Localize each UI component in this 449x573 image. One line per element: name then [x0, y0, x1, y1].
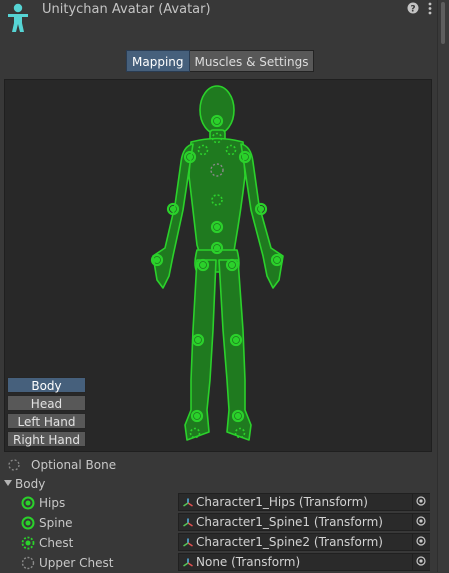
- foldout-arrow-icon[interactable]: [4, 479, 12, 487]
- transform-object-field[interactable]: Character1_Spine2 (Transform): [178, 533, 430, 551]
- transform-icon: [183, 558, 193, 567]
- svg-text:?: ?: [410, 5, 415, 15]
- kebab-menu-icon[interactable]: [426, 2, 434, 15]
- optional-bone-label: Optional Bone: [31, 458, 117, 472]
- mode-tabs: Mapping Muscles & Settings: [126, 50, 315, 73]
- object-picker-icon[interactable]: [416, 516, 426, 526]
- tab-muscles-settings[interactable]: Muscles & Settings: [189, 50, 315, 72]
- transform-icon: [183, 498, 193, 507]
- help-icon[interactable]: ?: [407, 2, 419, 14]
- object-picker-button[interactable]: [412, 514, 430, 530]
- body-part-head-button[interactable]: Head: [7, 395, 86, 411]
- transform-icon: [183, 538, 193, 547]
- inspector-header: Unitychan Avatar (Avatar) ?: [0, 0, 449, 44]
- optional-bone-icon: [8, 459, 20, 471]
- avatar-mapping-view[interactable]: Body Head Left Hand Right Hand: [4, 79, 432, 452]
- transform-object-field[interactable]: None (Transform): [178, 553, 430, 571]
- transform-object-field[interactable]: Character1_Spine1 (Transform): [178, 513, 430, 531]
- body-part-right-hand-button[interactable]: Right Hand: [7, 431, 86, 447]
- required-bone-icon: [21, 496, 35, 510]
- optional-bone-assigned-icon: [21, 536, 35, 550]
- transform-object-field[interactable]: Character1_Hips (Transform): [178, 493, 430, 511]
- body-part-body-button[interactable]: Body: [7, 377, 86, 393]
- bone-row-upper-chest: Upper Chest None (Transform): [0, 553, 437, 573]
- optional-bone-empty-icon: [21, 556, 35, 570]
- object-picker-button[interactable]: [412, 494, 430, 510]
- humanoid-avatar-icon: [8, 3, 28, 32]
- bone-row-spine: Spine Character1_Spine1 (Transform): [0, 513, 437, 533]
- bone-label: Spine: [39, 516, 73, 530]
- transform-value: Character1_Hips (Transform): [196, 495, 368, 509]
- object-picker-button[interactable]: [412, 534, 430, 550]
- object-picker-icon[interactable]: [416, 556, 426, 566]
- transform-value: Character1_Spine1 (Transform): [196, 515, 383, 529]
- bone-row-hips: Hips Character1_Hips (Transform): [0, 493, 437, 513]
- object-picker-button[interactable]: [412, 554, 430, 570]
- transform-value: Character1_Spine2 (Transform): [196, 535, 383, 549]
- bone-label: Upper Chest: [39, 556, 114, 570]
- bone-row-chest: Chest Character1_Spine2 (Transform): [0, 533, 437, 553]
- object-picker-icon[interactable]: [416, 536, 426, 546]
- body-foldout-label: Body: [15, 477, 46, 491]
- tab-mapping[interactable]: Mapping: [126, 50, 190, 72]
- required-bone-icon: [21, 516, 35, 530]
- transform-icon: [183, 518, 193, 527]
- bone-label: Chest: [39, 536, 74, 550]
- inspector-scrollbar[interactable]: [437, 0, 449, 572]
- body-part-selector: Body Head Left Hand Right Hand: [7, 377, 87, 449]
- bone-label: Hips: [39, 496, 66, 510]
- body-part-left-hand-button[interactable]: Left Hand: [7, 413, 86, 429]
- object-picker-icon[interactable]: [416, 496, 426, 506]
- transform-value: None (Transform): [196, 555, 301, 569]
- window-title: Unitychan Avatar (Avatar): [42, 2, 211, 17]
- scrollbar-thumb[interactable]: [441, 2, 445, 44]
